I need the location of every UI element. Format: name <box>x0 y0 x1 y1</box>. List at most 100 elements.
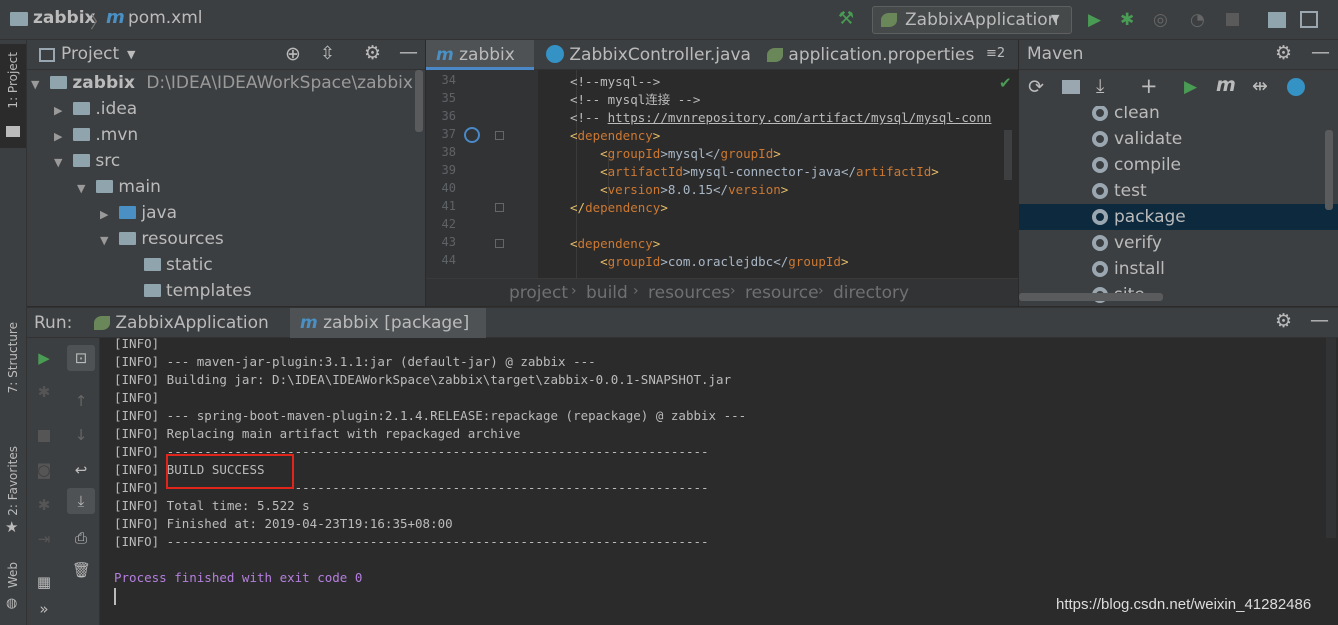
xml-breadcrumb-directory[interactable]: directory <box>833 283 909 303</box>
gear-icon <box>1092 106 1108 121</box>
lifecycle-package[interactable]: package <box>1019 204 1338 230</box>
maven-hscrollbar[interactable] <box>1019 293 1163 301</box>
project-panel-title[interactable]: Project <box>61 44 119 64</box>
skip-tests-icon[interactable] <box>1287 78 1305 96</box>
gear-icon[interactable]: ⚙ <box>364 42 381 64</box>
console-line: [INFO] ---------------------------------… <box>114 534 709 549</box>
lifecycle-validate[interactable]: validate <box>1019 126 1338 152</box>
code-link[interactable]: https://mvnrepository.com/artifact/mysql… <box>608 110 992 125</box>
dependency-gutter-icon[interactable] <box>464 127 480 143</box>
execute-goal-icon[interactable]: m <box>1216 74 1236 96</box>
download-icon[interactable]: ⤓ <box>1096 75 1104 97</box>
lifecycle-test[interactable]: test <box>1019 178 1338 204</box>
main-toolbar: zabbix 〉 m pom.xml ⚒ ZabbixApplication ▼… <box>0 0 1338 40</box>
gear-icon <box>1092 209 1108 225</box>
lifecycle-install[interactable]: install <box>1019 256 1338 282</box>
coverage-icon[interactable]: ◎ <box>1153 10 1173 30</box>
xml-breadcrumb-build[interactable]: build <box>586 283 628 303</box>
project-tool-window-button[interactable]: 1: Project <box>0 44 26 148</box>
editor-scrollbar[interactable] <box>1004 130 1012 180</box>
camera-icon[interactable]: ◙ <box>35 461 53 479</box>
settings-icon[interactable]: ✱ <box>35 496 53 514</box>
print-icon[interactable]: ⎙ <box>72 529 90 547</box>
tree-item-src[interactable]: ▼ src <box>54 148 120 174</box>
favorites-tool-button[interactable]: 2: Favorites <box>6 446 20 516</box>
tab-application-properties[interactable]: application.properties ✕ <box>757 40 979 94</box>
lifecycle-label: package <box>1114 207 1186 227</box>
chevron-down-icon[interactable]: ▼ <box>127 48 135 61</box>
run-tab-zabbixapplication[interactable]: ZabbixApplication ✕ <box>90 308 280 362</box>
tree-item-main[interactable]: ▼ main <box>77 174 161 200</box>
console-line: [INFO] Replacing main artifact with repa… <box>114 426 521 441</box>
trash-icon[interactable]: 🗑 <box>72 561 91 579</box>
breadcrumb-file[interactable]: pom.xml <box>128 8 203 28</box>
toggle-offline-icon[interactable]: ⇹ <box>1252 75 1268 97</box>
tab-zabbix[interactable]: m zabbix ✕ <box>426 40 534 94</box>
minimize-icon[interactable]: — <box>1311 41 1330 63</box>
project-structure-icon[interactable] <box>1268 12 1286 28</box>
code-token: > <box>660 200 668 215</box>
tree-item-templates[interactable]: templates <box>144 278 252 304</box>
exit-icon[interactable]: ⇥ <box>35 530 53 548</box>
gear-icon[interactable]: ⚙ <box>1275 42 1292 64</box>
add-icon[interactable]: + <box>1140 74 1158 98</box>
minimize-icon[interactable]: — <box>1310 309 1329 331</box>
lifecycle-clean[interactable]: clean <box>1019 106 1338 126</box>
xml-breadcrumb-project[interactable]: project <box>509 283 568 303</box>
locate-icon[interactable]: ⊕ <box>285 43 301 65</box>
xml-breadcrumb-resource[interactable]: resource <box>745 283 819 303</box>
inspection-ok-icon[interactable]: ✔ <box>999 74 1012 92</box>
fold-icon[interactable] <box>495 203 504 212</box>
tab-overflow-button[interactable]: ≡2 <box>986 46 1005 61</box>
run-panel-header: Run: ZabbixApplication ✕ m zabbix [packa… <box>27 307 1338 362</box>
tree-item-zabbix[interactable]: ▼ zabbix D:\IDEA\IDEAWorkSpace\zabbix <box>31 70 413 96</box>
fold-icon[interactable] <box>495 239 504 248</box>
debug-icon[interactable]: ✱ <box>1120 10 1140 30</box>
tree-item-java[interactable]: ▶ java <box>100 200 177 226</box>
tree-item-mvn[interactable]: ▶ .mvn <box>54 122 138 148</box>
terminal-icon[interactable] <box>1300 11 1318 28</box>
maven-scrollbar[interactable] <box>1325 130 1333 210</box>
lifecycle-compile[interactable]: compile <box>1019 152 1338 178</box>
more-icon[interactable]: » <box>35 600 53 618</box>
stop-icon[interactable] <box>38 430 50 442</box>
lifecycle-label: clean <box>1114 106 1160 123</box>
tree-item-static[interactable]: static <box>144 252 213 278</box>
console-output[interactable]: [INFO] [INFO] --- maven-jar-plugin:3.1.1… <box>100 338 1338 625</box>
scroll-to-end-icon[interactable]: ⤓ <box>67 488 95 514</box>
rerun-icon[interactable]: ▶ <box>35 349 53 367</box>
console-scrollbar[interactable] <box>1326 338 1336 538</box>
tree-scrollbar[interactable] <box>415 70 423 132</box>
tree-item-idea[interactable]: ▶ .idea <box>54 96 137 122</box>
down-arrow-icon[interactable]: ↓ <box>72 426 90 444</box>
tab-zabbixcontroller[interactable]: ZabbixController.java ✕ <box>536 40 756 94</box>
layout-icon[interactable]: ▦ <box>35 573 53 591</box>
generate-sources-icon[interactable] <box>1062 80 1080 94</box>
code-token: dependency <box>577 236 653 251</box>
build-hammer-icon[interactable]: ⚒ <box>838 8 854 29</box>
tree-item-resources[interactable]: ▼ resources <box>100 226 224 252</box>
stop-icon[interactable] <box>1226 13 1239 26</box>
maven-file-icon: m <box>106 7 125 28</box>
code-editor[interactable]: <!--mysql--> <!-- mysql连接 --> <!-- https… <box>538 70 1018 278</box>
profile-icon[interactable]: ◔ <box>1190 10 1210 30</box>
structure-tool-button[interactable]: 7: Structure <box>6 322 20 393</box>
soft-wrap-icon[interactable]: ↩ <box>72 461 90 479</box>
up-arrow-icon[interactable]: ↑ <box>72 392 90 410</box>
toggle-tree-icon[interactable]: ⊡ <box>67 345 95 371</box>
lifecycle-label: test <box>1114 181 1147 201</box>
run-icon[interactable]: ▶ <box>1088 10 1108 30</box>
run-icon[interactable]: ▶ <box>1184 77 1197 97</box>
gear-icon[interactable]: ⚙ <box>1275 310 1292 332</box>
run-tab-zabbix-package[interactable]: m zabbix [package] ✕ <box>290 308 486 362</box>
web-tool-button[interactable]: Web <box>6 562 20 588</box>
lifecycle-verify[interactable]: verify <box>1019 230 1338 256</box>
fold-icon[interactable] <box>495 131 504 140</box>
breadcrumb-project[interactable]: zabbix <box>33 8 96 28</box>
collapse-all-icon[interactable]: ⇳ <box>320 43 335 64</box>
debug-rerun-icon[interactable]: ✱ <box>35 383 53 401</box>
reimport-icon[interactable]: ⟳ <box>1028 76 1044 98</box>
minimize-icon[interactable]: — <box>399 41 418 63</box>
xml-breadcrumb-resources[interactable]: resources <box>648 283 730 303</box>
run-configuration-select[interactable]: ZabbixApplication ▼ <box>872 6 1072 34</box>
